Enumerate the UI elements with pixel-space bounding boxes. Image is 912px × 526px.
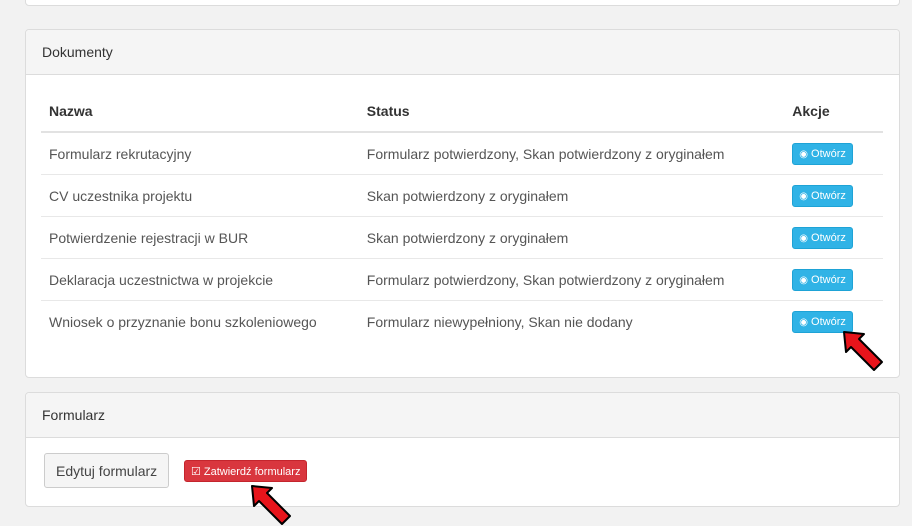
document-status: Formularz niewypełniony, Skan nie dodany (366, 313, 633, 330)
open-button-label: Otwórz (811, 189, 846, 202)
open-button[interactable]: ◉ Otwórz (792, 142, 853, 165)
form-panel: Formularz Edytuj formularz ☑ Zatwierdź fo… (25, 392, 900, 507)
documents-table: Nazwa Status Akcje Formularz rekrutacyjn… (41, 90, 883, 342)
open-button-label: Otwórz (811, 231, 846, 244)
documents-panel: Dokumenty Nazwa Status Akcje Formularz r… (25, 29, 900, 378)
check-square-icon: ☑ (191, 466, 201, 478)
form-panel-title: Formularz (26, 393, 899, 438)
eye-icon: ◉ (799, 232, 809, 244)
table-header-row: Nazwa Status Akcje (41, 90, 883, 133)
open-button-label: Otwórz (811, 315, 846, 328)
document-status: Formularz potwierdzony, Skan potwierdzon… (358, 132, 785, 175)
column-header-status: Status (358, 90, 785, 133)
open-button-label: Otwórz (811, 273, 846, 286)
table-row: CV uczestnika projektu Skan potwierdzony… (41, 174, 883, 217)
document-status: Skan potwierdzony z oryginałem (358, 216, 785, 259)
open-button[interactable]: ◉ Otwórz (792, 226, 853, 249)
eye-icon: ◉ (799, 274, 809, 286)
eye-icon: ◉ (799, 190, 809, 202)
table-row: Potwierdzenie rejestracji w BUR Skan pot… (41, 216, 883, 259)
table-row: Wniosek o przyznanie bonu szkoleniowego … (41, 301, 883, 343)
open-button[interactable]: ◉ Otwórz (792, 184, 853, 207)
red-arrow-icon (843, 331, 883, 371)
edit-form-button[interactable]: Edytuj formularz (44, 453, 170, 488)
red-arrow-icon (251, 485, 291, 525)
open-button-label: Otwórz (811, 147, 846, 160)
document-name: Wniosek o przyznanie bonu szkoleniowego (49, 313, 317, 330)
previous-panel (25, 0, 900, 6)
confirm-form-label: Zatwierdź formularz (203, 466, 301, 478)
document-status: Formularz potwierdzony, Skan potwierdzon… (358, 258, 785, 301)
document-name: Deklaracja uczestnictwa w projekcie (41, 258, 359, 301)
document-name: CV uczestnika projektu (41, 174, 359, 217)
document-name: Formularz rekrutacyjny (41, 132, 359, 175)
eye-icon: ◉ (799, 148, 809, 160)
open-button[interactable]: ◉ Otwórz (792, 268, 853, 291)
eye-icon: ◉ (799, 316, 809, 328)
column-header-name: Nazwa (41, 90, 359, 133)
confirm-form-button[interactable]: ☑ Zatwierdź formularz (184, 460, 308, 482)
table-row: Deklaracja uczestnictwa w projekcie Form… (41, 258, 883, 301)
document-status: Skan potwierdzony z oryginałem (358, 174, 785, 217)
documents-panel-title: Dokumenty (26, 30, 899, 75)
column-header-actions: Akcje (784, 90, 883, 133)
table-row: Formularz rekrutacyjny Formularz potwier… (41, 132, 883, 175)
document-name: Potwierdzenie rejestracji w BUR (41, 216, 359, 259)
